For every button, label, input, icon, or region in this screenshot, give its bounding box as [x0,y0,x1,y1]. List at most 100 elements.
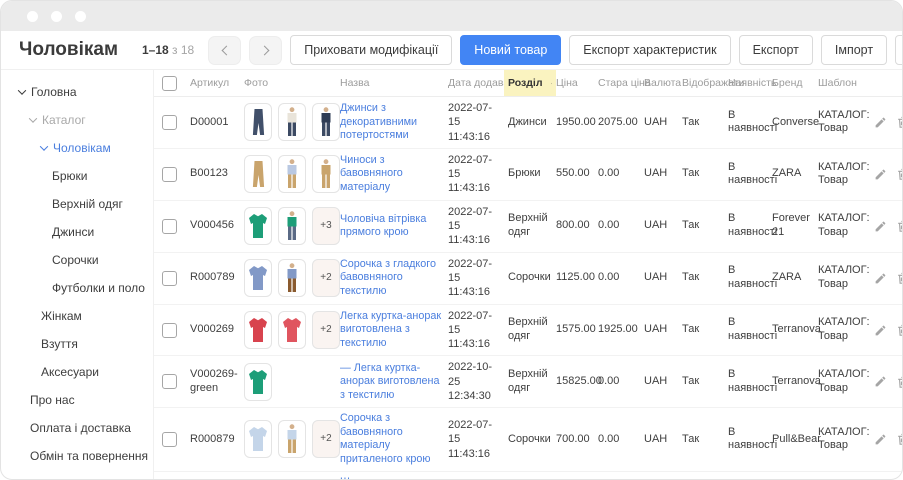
edit-button[interactable] [874,323,887,337]
delete-icon [896,219,902,233]
row-checkbox[interactable] [162,271,177,286]
delete-button[interactable] [896,375,902,389]
sort-icon[interactable] [551,78,553,89]
column-header-5[interactable]: Ціна [556,77,598,89]
export-button[interactable]: Експорт [739,35,813,65]
product-photo[interactable] [244,207,272,245]
more-photos-badge[interactable]: +2 [312,259,340,297]
row-checkbox[interactable] [162,115,177,130]
row-checkbox[interactable] [162,374,177,389]
delete-button[interactable] [896,115,902,129]
product-photo[interactable] [244,259,272,297]
new-product-button[interactable]: Новий товар [460,35,561,65]
availability-cell: В наявності [728,208,772,244]
column-header-4[interactable]: Розділ [504,70,556,96]
product-photo[interactable] [312,103,340,141]
column-header-11[interactable]: Шаблон [818,77,874,89]
edit-button[interactable] [874,432,887,446]
product-name-link[interactable]: Штани з бавовняного матеріалу прямого кр… [340,476,442,480]
sidebar-item-label: Про нас [30,393,75,407]
column-header-8[interactable]: Відображати [682,77,728,89]
product-name-link[interactable]: Чоловіча вітрівка прямого крою [340,213,442,240]
more-photos-badge[interactable]: +2 [312,420,340,458]
column-header-7[interactable]: Валюта [644,77,682,89]
column-header-2[interactable]: Назва [340,77,448,89]
sidebar-item-8[interactable]: Жінкам [19,302,153,330]
column-header-3[interactable]: Дата додавання [448,77,508,89]
product-photo[interactable] [312,155,340,193]
product-name-link[interactable]: — Легка куртка-анорак виготовлена з текс… [340,362,442,402]
window-dot-minimize[interactable] [51,11,62,22]
column-header-9[interactable]: Наявність [728,77,772,89]
more-actions-button[interactable]: ... [895,35,903,65]
date-added-cell: 2022-07-1511:43:16 [448,305,508,356]
product-name-link[interactable]: Легка куртка-анорак виготовлена з тексти… [340,310,442,350]
hide-modifications-button[interactable]: Приховати модифікації [290,35,452,65]
sidebar-item-11[interactable]: Про нас [19,386,153,414]
sidebar-item-0[interactable]: Головна [19,78,153,106]
edit-button[interactable] [874,219,887,233]
edit-button[interactable] [874,167,887,181]
photos-cell: +2 [244,255,340,301]
sidebar-item-3[interactable]: Брюки [19,162,153,190]
product-photo[interactable] [278,420,306,458]
date-added-cell: 2022-07-1511:43:16 [448,149,508,200]
import-button[interactable]: Імпорт [821,35,887,65]
delete-button[interactable] [896,432,902,446]
column-header-0[interactable]: Артикул [190,77,244,89]
product-photo[interactable] [278,259,306,297]
sidebar-item-4[interactable]: Верхній одяг [19,190,153,218]
prev-page-button[interactable] [208,36,241,65]
export-characteristics-button[interactable]: Експорт характеристик [569,35,730,65]
old-price-cell: 2075.00 [598,112,644,134]
sidebar-item-1[interactable]: Каталог [19,106,153,134]
product-photo[interactable] [278,155,306,193]
row-checkbox[interactable] [162,323,177,338]
product-name-link[interactable]: Сорочка з гладкого бавовняного текстилю [340,258,442,298]
column-header-6[interactable]: Стара ціна [598,77,644,89]
visible-cell: Так [682,163,728,185]
currency-cell: UAH [644,429,682,451]
delete-icon [896,115,902,129]
delete-button[interactable] [896,219,902,233]
window-dot-close[interactable] [27,11,38,22]
visible-cell: Так [682,429,728,451]
sidebar-item-label: Футболки и поло [52,281,145,295]
sidebar-item-13[interactable]: Обмін та повернення [19,442,153,470]
edit-button[interactable] [874,375,887,389]
product-photo[interactable] [278,103,306,141]
column-header-1[interactable]: Фото [244,77,340,89]
more-photos-badge[interactable]: +2 [312,311,340,349]
product-name-link[interactable]: Чиноси з бавовняного матеріалу [340,154,442,194]
edit-button[interactable] [874,271,887,285]
window-dot-zoom[interactable] [75,11,86,22]
sidebar-item-2[interactable]: Чоловікам [19,134,153,162]
select-all-checkbox[interactable] [162,76,177,91]
row-checkbox[interactable] [162,432,177,447]
delete-button[interactable] [896,323,902,337]
more-photos-badge[interactable]: +3 [312,207,340,245]
sidebar-item-12[interactable]: Оплата і доставка [19,414,153,442]
sidebar-item-14[interactable]: Контактна інформація [19,470,153,480]
sidebar-item-9[interactable]: Взуття [19,330,153,358]
sidebar-item-6[interactable]: Сорочки [19,246,153,274]
product-photo[interactable] [244,155,272,193]
sidebar-item-5[interactable]: Джинси [19,218,153,246]
delete-button[interactable] [896,271,902,285]
next-page-button[interactable] [249,36,282,65]
product-photo[interactable] [244,420,272,458]
delete-button[interactable] [896,167,902,181]
edit-button[interactable] [874,115,887,129]
product-photo[interactable] [278,311,306,349]
column-header-10[interactable]: Бренд [772,77,818,89]
row-checkbox[interactable] [162,167,177,182]
product-name-link[interactable]: Сорочка з бавовняного матеріалу притален… [340,412,442,466]
sidebar-item-7[interactable]: Футболки и поло [19,274,153,302]
product-name-link[interactable]: Джинси з декоративними потертостями [340,102,442,142]
row-checkbox[interactable] [162,219,177,234]
product-photo[interactable] [244,311,272,349]
product-photo[interactable] [244,103,272,141]
product-photo[interactable] [278,207,306,245]
sidebar-item-10[interactable]: Аксесуари [19,358,153,386]
product-photo[interactable] [244,363,272,401]
